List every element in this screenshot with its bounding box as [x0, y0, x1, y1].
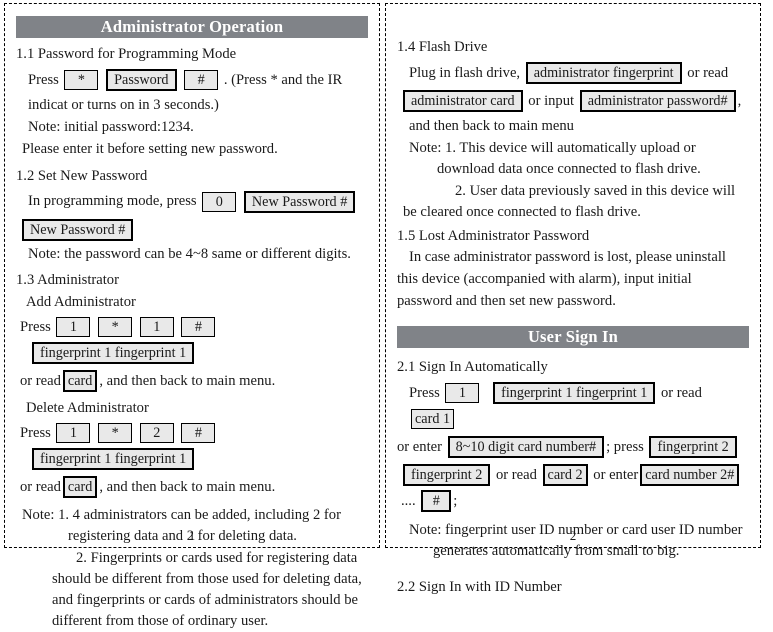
trailing-semicolon: ;	[453, 492, 458, 509]
box-digit-card-number[interactable]: 8~10 digit card number#	[447, 436, 605, 459]
box-administrator-password[interactable]: administrator password#	[579, 90, 736, 113]
box-fingerprint-1-pair[interactable]: fingerprint 1 fingerprint 1	[493, 382, 656, 405]
text-lost-password-3: password and then set new password.	[397, 293, 616, 309]
note-flash-upload-download: Note: 1. This device will automatically …	[409, 139, 701, 177]
box-card-delete[interactable]: card	[62, 476, 98, 499]
text-ir-indicator: indicat or turns on in 3 seconds.)	[28, 96, 219, 113]
flash-drive-lead: Plug in flash drive,	[409, 64, 521, 81]
row-add-read-card: or read card, and then back to main menu.	[20, 368, 368, 394]
back-to-main-menu-delete: , and then back to main menu.	[99, 478, 276, 495]
box-administrator-fingerprint[interactable]: administrator fingerprint	[525, 62, 682, 85]
key-password[interactable]: Password	[106, 69, 177, 92]
row-flash-drive-2: administrator card or input administrato…	[401, 88, 749, 114]
row-add-administrator-keys: Press 1 * 1 # fingerprint 1 fingerprint …	[20, 314, 368, 366]
key-del-1[interactable]: 1	[56, 423, 91, 444]
or-enter-label: or enter	[397, 438, 442, 455]
page-left: Administrator Operation 1.1 Password for…	[4, 3, 380, 629]
semicolon-press-label: ; press	[606, 438, 644, 455]
row-set-new-password: In programming mode, press 0 New Passwor…	[28, 188, 368, 214]
text-enter-before-setting: Please enter it before setting new passw…	[22, 140, 278, 157]
key-sign-in-1[interactable]: 1	[445, 383, 480, 404]
text-lost-password-2: this device (accompanied with alarm), in…	[397, 271, 692, 287]
text-lost-password-1: In case administrator password is lost, …	[409, 249, 726, 265]
or-input-label: or input	[528, 92, 575, 109]
row-new-password-repeat: New Password #	[20, 216, 368, 242]
box-hash-final[interactable]: #	[421, 490, 452, 513]
row-sign-in-1: Press 1 fingerprint 1 fingerprint 1 or r…	[409, 380, 749, 432]
box-administrator-card[interactable]: administrator card	[403, 90, 523, 113]
heading-1-5: 1.5 Lost Administrator Password	[397, 227, 590, 244]
box-card-1[interactable]: card 1	[411, 409, 455, 430]
key-del-hash[interactable]: #	[181, 423, 216, 444]
row-delete-administrator-keys: Press 1 * 2 # fingerprint 1 fingerprint …	[20, 420, 368, 472]
key-add-star[interactable]: *	[98, 317, 133, 338]
subheading-add-administrator: Add Administrator	[26, 293, 136, 310]
or-enter-label-2: or enter	[593, 466, 639, 483]
or-read-label-sign-in: or read	[660, 384, 702, 401]
or-read-label-2: or read	[495, 466, 537, 483]
heading-1-3: 1.3 Administrator	[16, 272, 119, 288]
row-sign-in-3: fingerprint 2 or read card 2 or enter car…	[401, 462, 749, 514]
page-number-right: 2	[569, 528, 577, 543]
press-label-delete: Press	[20, 424, 51, 441]
box-card-2[interactable]: card 2	[542, 464, 588, 487]
heading-1-4: 1.4 Flash Drive	[397, 39, 488, 55]
page-right: 1.4 Flash Drive Plug in flash drive, adm…	[385, 3, 761, 595]
or-read-label-delete: or read	[20, 478, 61, 495]
page-number-left: 1	[188, 528, 196, 543]
box-add-fingerprint[interactable]: fingerprint 1 fingerprint 1	[32, 342, 195, 365]
press-label-sign-in: Press	[409, 384, 440, 401]
box-new-password-2[interactable]: New Password #	[22, 218, 134, 241]
press-keys-suffix: . (Press * and the IR	[223, 71, 343, 88]
key-add-1[interactable]: 1	[56, 317, 91, 338]
row-delete-read-card: or read card, and then back to main menu.	[20, 474, 368, 500]
box-new-password-1[interactable]: New Password #	[243, 190, 356, 213]
row-password-keys: Press * Password # . (Press * and the IR	[28, 67, 368, 93]
key-del-star[interactable]: *	[98, 423, 133, 444]
text-initial-password: Note: initial password:1234.	[28, 118, 194, 135]
box-card-add[interactable]: card	[62, 370, 98, 393]
text-back-to-main-menu-flash: and then back to main menu	[409, 117, 574, 134]
subheading-delete-administrator: Delete Administrator	[26, 399, 149, 416]
key-star[interactable]: *	[64, 70, 99, 91]
box-del-fingerprint[interactable]: fingerprint 1 fingerprint 1	[32, 448, 195, 471]
or-read-label-add: or read	[20, 372, 61, 389]
manual-spread: Administrator Operation 1.1 Password for…	[0, 0, 773, 629]
box-card-number-2[interactable]: card number 2#	[640, 464, 740, 487]
heading-2-1: 2.1 Sign In Automatically	[397, 359, 548, 375]
ellipsis-label: ....	[401, 492, 416, 509]
note-password-digits: Note: the password can be 4~8 same or di…	[28, 246, 351, 262]
press-label-add: Press	[20, 318, 51, 335]
row-flash-drive-1: Plug in flash drive, administrator finge…	[409, 60, 749, 86]
box-fingerprint-2b[interactable]: fingerprint 2	[403, 464, 491, 487]
key-zero[interactable]: 0	[202, 191, 237, 212]
box-fingerprint-2a[interactable]: fingerprint 2	[649, 436, 737, 459]
banner-user-sign-in: User Sign In	[397, 326, 749, 348]
key-del-2[interactable]: 2	[139, 423, 174, 444]
or-read-label-flash: or read	[687, 64, 729, 81]
note-fingerprint-differences: 2. Fingerprints or cards used for regist…	[52, 549, 362, 629]
back-to-main-menu-add: , and then back to main menu.	[99, 372, 276, 389]
flash-drive-comma: ,	[737, 92, 742, 109]
heading-1-2: 1.2 Set New Password	[16, 167, 148, 184]
key-add-2[interactable]: 1	[139, 317, 174, 338]
press-label: Press	[28, 71, 59, 88]
row-sign-in-2: or enter 8~10 digit card number#; press …	[397, 434, 749, 460]
key-add-hash[interactable]: #	[181, 317, 216, 338]
note-flash-data-cleared: 2. User data previously saved in this de…	[403, 182, 736, 220]
set-password-lead: In programming mode, press	[28, 193, 197, 209]
heading-1-1: 1.1 Password for Programming Mode	[16, 46, 237, 62]
banner-administrator-operation: Administrator Operation	[16, 16, 368, 38]
heading-2-2: 2.2 Sign In with ID Number	[397, 578, 562, 595]
key-hash[interactable]: #	[184, 70, 219, 91]
